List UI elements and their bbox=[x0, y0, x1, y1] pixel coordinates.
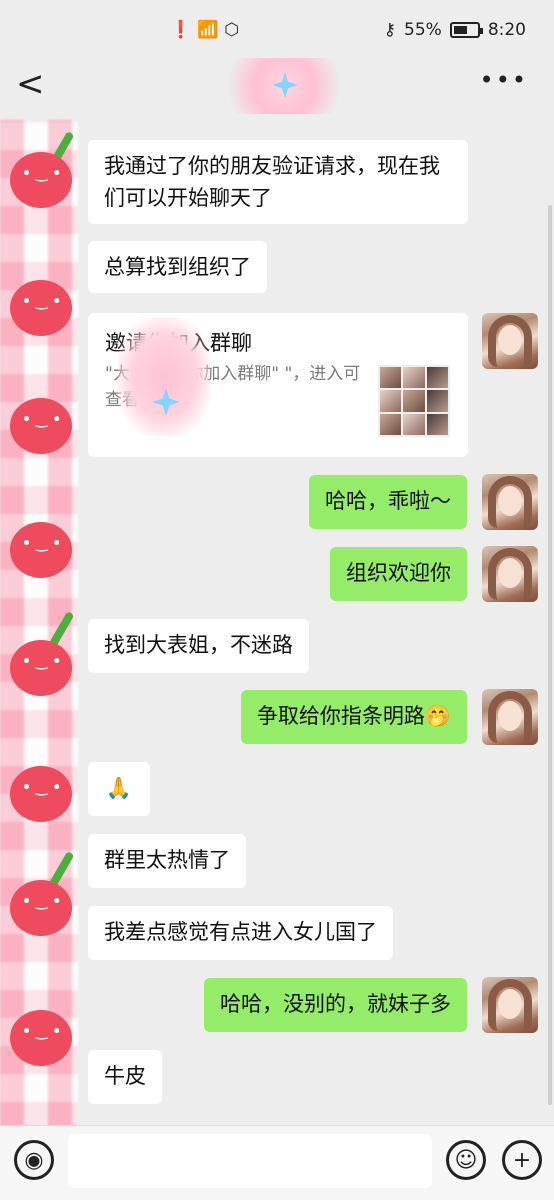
alert-icon: ❗ bbox=[170, 20, 192, 40]
my-avatar[interactable] bbox=[482, 977, 538, 1033]
message-incoming[interactable]: 群里太热情了 bbox=[88, 834, 246, 888]
message-outgoing[interactable]: 哈哈，乖啦～ bbox=[309, 475, 467, 529]
contact-avatar[interactable] bbox=[10, 152, 72, 208]
contact-avatar[interactable] bbox=[10, 766, 72, 822]
back-icon[interactable]: < bbox=[16, 64, 45, 104]
voice-icon[interactable]: ◉ bbox=[14, 1140, 54, 1180]
sim-icon: ⬡ bbox=[224, 20, 240, 40]
message-incoming[interactable]: 牛皮 bbox=[88, 1050, 162, 1104]
message-outgoing[interactable]: 哈哈，没别的，就妹子多 bbox=[204, 978, 467, 1032]
contact-avatar[interactable] bbox=[10, 640, 72, 696]
status-icons-right: ⚷ 55% 8:20 bbox=[384, 20, 526, 40]
message-outgoing[interactable]: 组织欢迎你 bbox=[330, 547, 467, 601]
message-incoming-emoji[interactable]: 🙏 bbox=[88, 762, 150, 816]
chat-header: < ••• bbox=[0, 50, 554, 120]
plus-icon[interactable]: + bbox=[502, 1140, 542, 1180]
redaction-sticker bbox=[118, 318, 210, 436]
message-incoming[interactable]: 我通过了你的朋友验证请求，现在我们可以开始聊天了 bbox=[88, 140, 468, 224]
emoji-icon[interactable]: ☺ bbox=[446, 1140, 486, 1180]
contact-avatar[interactable] bbox=[10, 280, 72, 336]
my-avatar[interactable] bbox=[482, 313, 538, 369]
message-incoming[interactable]: 总算找到组织了 bbox=[88, 241, 267, 293]
message-incoming[interactable]: 我差点感觉有点进入女儿国了 bbox=[88, 906, 393, 960]
battery-percent: 55% bbox=[404, 20, 442, 40]
battery-icon bbox=[449, 22, 483, 38]
contact-avatar[interactable] bbox=[10, 398, 72, 454]
contact-avatar[interactable] bbox=[10, 522, 72, 578]
scrollbar[interactable] bbox=[548, 205, 552, 1105]
status-time: 8:20 bbox=[487, 20, 526, 40]
wifi-icon: 📶 bbox=[197, 20, 219, 40]
message-incoming[interactable]: 找到大表姐，不迷路 bbox=[88, 619, 309, 673]
contact-avatar[interactable] bbox=[10, 880, 72, 936]
status-icons-left: ❗ 📶 ⬡ bbox=[170, 20, 239, 40]
message-input[interactable] bbox=[68, 1134, 432, 1188]
my-avatar[interactable] bbox=[482, 546, 538, 602]
more-icon[interactable]: ••• bbox=[480, 66, 528, 94]
input-bar: ◉ ☺ + bbox=[0, 1125, 554, 1200]
key-icon: ⚷ bbox=[383, 20, 397, 40]
message-outgoing[interactable]: 争取给你指条明路🤭 bbox=[240, 690, 467, 744]
group-thumbnail bbox=[378, 365, 450, 437]
my-avatar[interactable] bbox=[482, 689, 538, 745]
chat-title-redacted bbox=[214, 58, 354, 114]
my-avatar[interactable] bbox=[482, 474, 538, 530]
contact-avatar[interactable] bbox=[10, 1010, 72, 1066]
